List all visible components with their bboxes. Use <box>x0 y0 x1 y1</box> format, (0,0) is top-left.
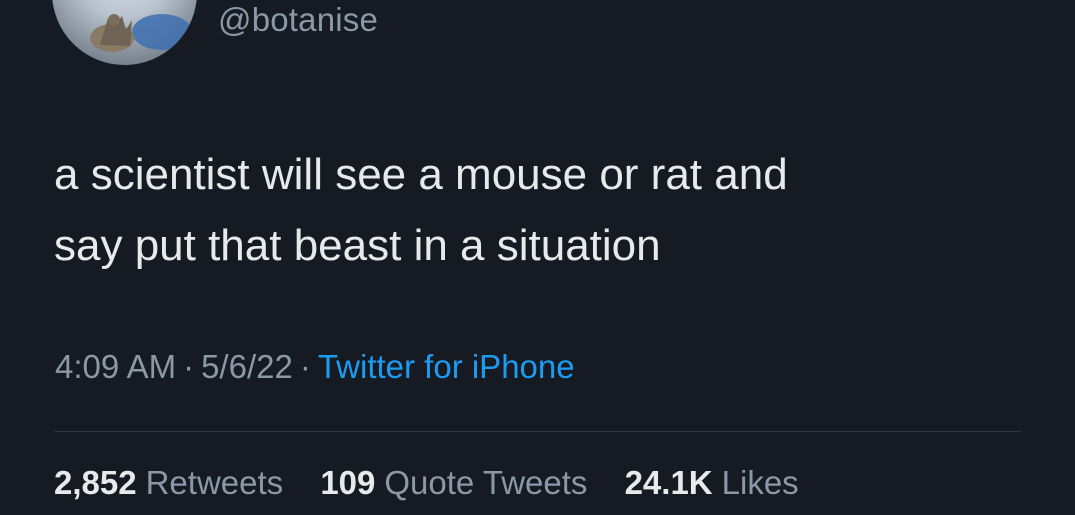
tweet-time[interactable]: 4:09 AM <box>55 348 176 385</box>
tweet-text: a scientist will see a mouse or rat and … <box>54 139 1034 281</box>
tweet-text-line: a scientist will see a mouse or rat and <box>54 150 788 199</box>
likes-stat[interactable]: 24.1K Likes <box>625 464 799 502</box>
avatar-photo-icon <box>90 14 192 52</box>
retweets-label: Retweets <box>145 464 284 501</box>
tweet-date[interactable]: 5/6/22 <box>201 348 293 385</box>
quote-tweets-stat[interactable]: 109 Quote Tweets <box>320 464 587 502</box>
retweets-count: 2,852 <box>54 464 137 501</box>
likes-label: Likes <box>721 464 799 501</box>
user-handle[interactable]: @botanise <box>218 1 378 39</box>
meta-separator: · <box>183 348 195 385</box>
tweet-source-link[interactable]: Twitter for iPhone <box>318 348 575 385</box>
meta-separator: · <box>299 348 311 385</box>
quote-tweets-count: 109 <box>320 464 376 501</box>
tweet-stats: 2,852 Retweets 109 Quote Tweets 24.1K Likes <box>54 464 827 502</box>
divider <box>54 431 1021 432</box>
avatar[interactable] <box>52 0 197 65</box>
tweet-text-line: say put that beast in a situation <box>54 221 661 270</box>
retweets-stat[interactable]: 2,852 Retweets <box>54 464 283 502</box>
quote-tweets-label: Quote Tweets <box>384 464 588 501</box>
tweet-metadata: 4:09 AM · 5/6/22 · Twitter for iPhone <box>55 348 575 386</box>
likes-count: 24.1K <box>624 464 713 501</box>
